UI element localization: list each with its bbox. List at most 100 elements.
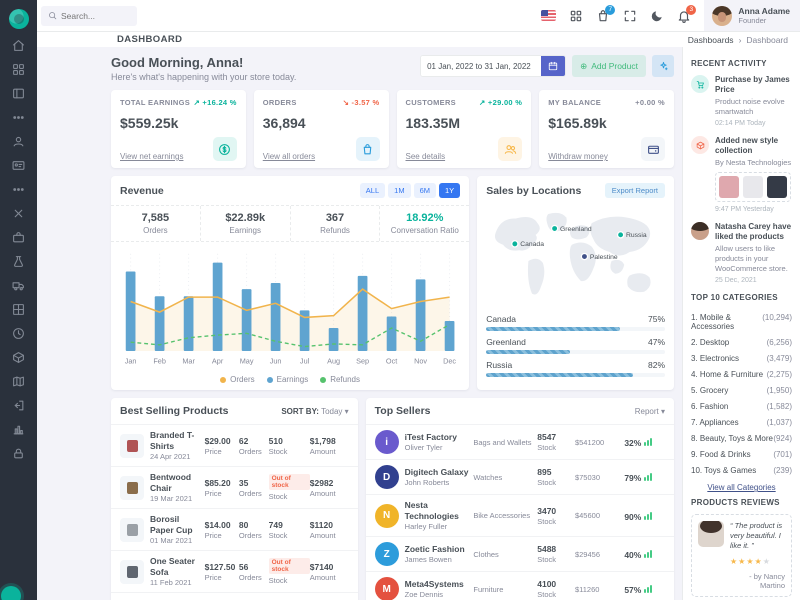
shuffle-button[interactable] — [652, 55, 674, 77]
legend-item-refunds[interactable]: Refunds — [320, 375, 360, 384]
legend-label: Orders — [230, 375, 254, 384]
shopping-bag-icon[interactable]: 7 — [596, 9, 610, 23]
apps-grid-icon[interactable] — [569, 9, 583, 23]
us-flag-icon[interactable] — [541, 10, 556, 21]
revenue-filter-all[interactable]: ALL — [360, 183, 385, 198]
stat-link[interactable]: View net earnings — [120, 152, 183, 161]
add-product-button[interactable]: ⊕ Add Product — [572, 55, 646, 77]
country-percent: 75% — [648, 314, 665, 324]
revenue-filter-1y[interactable]: 1Y — [439, 183, 460, 198]
date-range-input[interactable] — [421, 56, 541, 76]
search-box[interactable] — [41, 6, 137, 26]
map-icon[interactable] — [12, 375, 25, 388]
seller-person: John Roberts — [405, 478, 469, 488]
fullscreen-icon[interactable] — [623, 9, 637, 23]
revenue-chart: JanFebMarAprMayJunJulAugSepOctNovDec — [111, 242, 469, 372]
breadcrumb: Dashboards › Dashboard — [688, 35, 788, 45]
category-count: (6,256) — [767, 338, 792, 347]
svg-text:Jun: Jun — [270, 357, 282, 366]
country-bar — [486, 350, 665, 354]
cell-label: Amount — [310, 447, 349, 457]
dots-icon[interactable] — [12, 183, 25, 196]
seller-company: Meta4Systems — [405, 579, 464, 590]
user-role: Founder — [738, 16, 790, 25]
product-date: 24 Apr 2021 — [150, 452, 205, 462]
stat-card-my-balance: MY BALANCE+0.00 %$165.89kWithdraw money — [539, 90, 674, 168]
activity-title: Added new style collection — [715, 136, 792, 157]
stock-value: 8547 — [537, 432, 575, 443]
user-menu[interactable]: Anna Adame Founder — [704, 0, 800, 31]
cell-label: Stock — [269, 531, 310, 541]
dark-mode-icon[interactable] — [650, 9, 664, 23]
stat-link[interactable]: View all orders — [263, 152, 315, 161]
legend-item-earnings[interactable]: Earnings — [267, 375, 309, 384]
stat-link[interactable]: See details — [406, 152, 446, 161]
stat-delta: ↘ -3.57 % — [343, 98, 380, 107]
sales-by-locations-card: Sales by Locations Export Report CanadaG… — [477, 176, 674, 390]
card-icon[interactable] — [12, 159, 25, 172]
category-name: 1. Mobile & Accessories — [691, 313, 762, 331]
report-dropdown[interactable]: Report ▾ — [635, 407, 665, 416]
home-icon[interactable] — [12, 39, 25, 52]
best-selling-card: Best Selling Products SORT BY: Today ▾ B… — [111, 398, 358, 600]
user-icon[interactable] — [12, 135, 25, 148]
stat-label: ORDERS — [263, 98, 297, 107]
stat-link[interactable]: Withdraw money — [548, 152, 608, 161]
activity-text: Allow users to like products in your Woo… — [715, 244, 792, 274]
export-report-button[interactable]: Export Report — [605, 183, 665, 198]
country-bar-fill — [486, 373, 633, 377]
box-icon[interactable] — [12, 351, 25, 364]
seller-stock: 895Stock — [537, 467, 575, 488]
app-logo-icon[interactable] — [9, 9, 29, 29]
category-row: 5. Grocery(1,950) — [691, 382, 792, 398]
category-row: 4. Home & Furniture(2,275) — [691, 366, 792, 382]
notifications-icon[interactable]: 3 — [677, 9, 691, 23]
bag-icon — [356, 137, 380, 161]
cart-badge: 7 — [605, 5, 615, 15]
reviewer-avatar — [698, 521, 724, 547]
stat-label: CUSTOMERS — [406, 98, 456, 107]
svg-text:Jul: Jul — [300, 357, 310, 366]
calendar-button[interactable] — [541, 56, 565, 76]
chart-icon[interactable] — [12, 423, 25, 436]
kpi-label: Earnings — [201, 226, 290, 235]
lock-icon[interactable] — [12, 447, 25, 460]
flask-icon[interactable] — [12, 255, 25, 268]
clock-icon[interactable] — [12, 327, 25, 340]
stock-value: 5488 — [537, 544, 575, 555]
page-title-row: DASHBOARD Dashboards › Dashboard — [37, 32, 800, 47]
stat-card-total-earnings: TOTAL EARNINGS↗ +16.24 %$559.25kView net… — [111, 90, 246, 168]
seller-person: Harley Fuller — [405, 522, 474, 532]
sort-by-dropdown[interactable]: Today ▾ — [321, 407, 349, 416]
grid-icon[interactable] — [12, 303, 25, 316]
breadcrumb-dashboards[interactable]: Dashboards — [688, 35, 734, 45]
revenue-filter-1m[interactable]: 1M — [388, 183, 410, 198]
support-fab[interactable] — [1, 586, 21, 600]
search-input[interactable] — [61, 11, 131, 21]
cross-icon[interactable] — [12, 207, 25, 220]
cell-value: 62 — [239, 436, 269, 447]
legend-item-orders[interactable]: Orders — [220, 375, 254, 384]
cell-label: Amount — [310, 489, 349, 499]
dots-icon[interactable] — [12, 111, 25, 124]
revenue-card: Revenue ALL1M6M1Y 7,585Orders$22.89kEarn… — [111, 176, 469, 390]
exit-icon[interactable] — [12, 399, 25, 412]
category-count: (924) — [773, 434, 792, 443]
stat-delta: ↗ +29.00 % — [479, 98, 522, 107]
top-seller-row: MMeta4SystemsZoe DennisFurniture4100Stoc… — [366, 571, 674, 600]
legend-dot — [220, 377, 226, 383]
stat-delta: +0.00 % — [635, 98, 665, 107]
cell-label: Orders — [239, 489, 269, 499]
seller-percent: 79% — [624, 468, 665, 486]
truck-icon[interactable] — [12, 279, 25, 292]
apps-icon[interactable] — [12, 63, 25, 76]
topbar-actions: 7 3 Anna Adame Founder — [541, 0, 800, 31]
seller-company: Zoetic Fashion — [405, 544, 465, 555]
body-row: Good Morning, Anna! Here's what's happen… — [37, 47, 800, 600]
view-all-categories-link[interactable]: View all Categories — [691, 483, 792, 492]
revenue-filter-6m[interactable]: 6M — [414, 183, 436, 198]
activity-title: Natasha Carey have liked the products — [715, 222, 792, 243]
products-reviews-heading: PRODUCTS REVIEWS — [691, 498, 792, 507]
briefcase-icon[interactable] — [12, 231, 25, 244]
layout-icon[interactable] — [12, 87, 25, 100]
